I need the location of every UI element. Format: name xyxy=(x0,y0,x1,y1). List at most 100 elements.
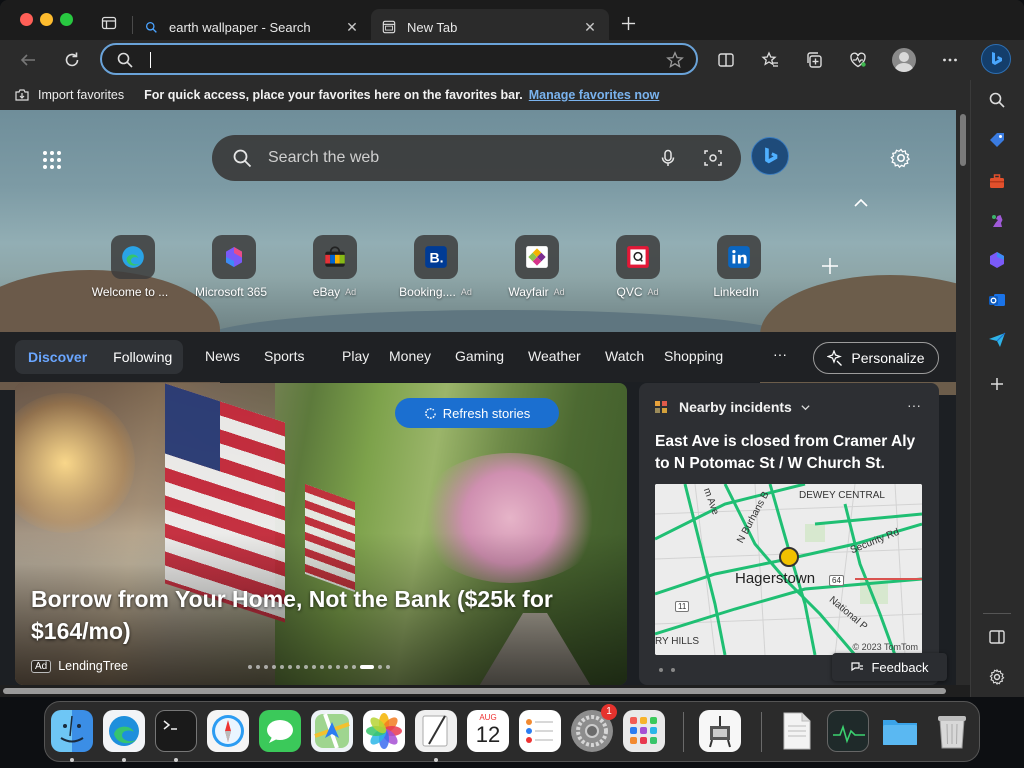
feedback-button[interactable]: Feedback xyxy=(832,653,947,681)
quick-link-label: Booking.... xyxy=(399,285,456,299)
finder-icon[interactable] xyxy=(51,710,93,752)
incident-pin-icon[interactable] xyxy=(779,547,799,567)
trash-icon[interactable] xyxy=(931,710,973,752)
story-source-name[interactable]: LendingTree xyxy=(58,659,128,673)
maps-icon[interactable] xyxy=(311,710,353,752)
sidebar-games-button[interactable] xyxy=(985,208,1009,232)
sidebar-m365-button[interactable] xyxy=(985,248,1009,272)
more-categories-button[interactable]: ··· xyxy=(773,346,787,362)
incident-title[interactable]: East Ave is closed from Cramer Aly to N … xyxy=(655,431,931,475)
add-quick-link-icon[interactable] xyxy=(820,256,840,276)
microphone-icon[interactable] xyxy=(659,149,677,167)
safari-icon[interactable] xyxy=(207,710,249,752)
edge-sidebar xyxy=(970,80,1024,697)
bing-chat-button[interactable] xyxy=(751,137,789,175)
nav-money[interactable]: Money xyxy=(389,348,455,364)
address-bar[interactable] xyxy=(100,43,698,75)
story-headline[interactable]: Borrow from Your Home, Not the Bank ($25… xyxy=(31,583,611,647)
minimize-window-button[interactable] xyxy=(40,13,53,26)
traffic-icon xyxy=(655,401,667,413)
split-screen-button[interactable] xyxy=(710,44,742,76)
tab-discover[interactable]: Discover xyxy=(15,349,100,365)
favorites-button[interactable] xyxy=(754,44,786,76)
vertical-scrollbar[interactable] xyxy=(956,110,970,685)
refresh-button[interactable] xyxy=(56,44,88,76)
tab-following[interactable]: Following xyxy=(100,349,185,365)
horizontal-scrollbar[interactable] xyxy=(0,685,970,697)
reminders-icon[interactable] xyxy=(519,710,561,752)
photos-icon[interactable] xyxy=(363,710,405,752)
chess-piece-icon xyxy=(992,215,1003,227)
script-editor-icon[interactable] xyxy=(415,710,457,752)
card-more-button[interactable]: ··· xyxy=(907,397,921,413)
sidebar-hide-button[interactable] xyxy=(985,625,1009,649)
calendar-icon[interactable]: AUG 12 xyxy=(467,710,509,752)
quick-link-linkedin[interactable]: LinkedIn xyxy=(688,235,789,299)
featured-story[interactable]: Borrow from Your Home, Not the Bank ($25… xyxy=(15,383,627,685)
folder-icon[interactable] xyxy=(879,710,921,752)
quick-link-qvc[interactable]: QVC Ad xyxy=(587,235,688,299)
system-settings-icon[interactable]: 1 xyxy=(571,704,617,752)
edge-dock-icon[interactable] xyxy=(103,710,145,752)
chevron-up-icon[interactable] xyxy=(852,194,870,212)
refresh-stories-button[interactable]: Refresh stories xyxy=(395,398,559,428)
tab-actions-icon[interactable] xyxy=(98,12,120,34)
new-tab-button[interactable] xyxy=(617,12,639,34)
browser-essentials-button[interactable] xyxy=(842,44,874,76)
ebay-icon xyxy=(312,235,357,279)
quick-link-ebay[interactable]: eBay Ad xyxy=(284,235,385,299)
sidebar-outlook-button[interactable] xyxy=(985,288,1009,312)
nav-watch[interactable]: Watch xyxy=(605,348,664,364)
settings-more-button[interactable] xyxy=(934,44,966,76)
scrollbar-thumb[interactable] xyxy=(3,688,946,694)
sidebar-search-button[interactable] xyxy=(985,88,1009,112)
profile-button[interactable] xyxy=(888,44,920,76)
card-pager[interactable] xyxy=(659,668,683,672)
activity-monitor-icon[interactable] xyxy=(827,710,869,752)
gear-icon xyxy=(989,668,1005,686)
messages-icon[interactable] xyxy=(259,710,301,752)
personalize-button[interactable]: Personalize xyxy=(813,342,939,374)
text-document-icon[interactable] xyxy=(775,710,817,752)
web-search-box[interactable]: Search the web xyxy=(212,135,741,181)
close-tab-icon[interactable]: ✕ xyxy=(581,18,599,36)
carousel-pager[interactable] xyxy=(248,665,394,669)
nav-gaming[interactable]: Gaming xyxy=(455,348,528,364)
quick-link-welcome[interactable]: Welcome to ... xyxy=(82,235,183,299)
background-image: Search the web Welcome to ... Microsoft … xyxy=(0,110,956,395)
launchpad-icon[interactable] xyxy=(623,710,665,752)
sidebar-settings-button[interactable] xyxy=(985,665,1009,689)
import-favorites-button[interactable]: Import favorites xyxy=(14,87,124,103)
manage-favorites-link[interactable]: Manage favorites now xyxy=(529,88,660,102)
card-header[interactable]: Nearby incidents xyxy=(655,399,811,415)
app-launcher-icon[interactable] xyxy=(40,148,64,172)
nav-weather[interactable]: Weather xyxy=(528,348,605,364)
system-information-icon[interactable] xyxy=(699,710,741,752)
quick-link-microsoft-365[interactable]: Microsoft 365 xyxy=(183,235,284,299)
address-input[interactable] xyxy=(148,49,648,71)
sidebar-drop-button[interactable] xyxy=(985,328,1009,352)
quick-link-wayfair[interactable]: Wayfair Ad xyxy=(486,235,587,299)
quick-link-booking[interactable]: B. Booking.... Ad xyxy=(385,235,486,299)
sidebar-add-button[interactable] xyxy=(985,372,1009,396)
sidebar-shopping-button[interactable] xyxy=(985,128,1009,152)
close-tab-icon[interactable]: ✕ xyxy=(343,18,361,36)
scrollbar-thumb[interactable] xyxy=(960,114,966,166)
close-window-button[interactable] xyxy=(20,13,33,26)
nav-shopping[interactable]: Shopping xyxy=(664,348,744,364)
bing-copilot-button[interactable] xyxy=(981,44,1011,74)
collections-button[interactable] xyxy=(798,44,830,76)
nav-play[interactable]: Play xyxy=(342,348,389,364)
bing-icon xyxy=(992,52,1002,65)
page-settings-icon[interactable] xyxy=(890,147,912,169)
terminal-icon[interactable] xyxy=(155,710,197,752)
back-button[interactable] xyxy=(12,44,44,76)
traffic-map[interactable]: DEWEY CENTRAL N Burhans B m Ave Security… xyxy=(655,484,922,655)
zoom-window-button[interactable] xyxy=(60,13,73,26)
favorite-star-icon[interactable] xyxy=(666,51,684,69)
tag-icon xyxy=(990,133,1004,147)
nav-sports[interactable]: Sports xyxy=(264,348,342,364)
visual-search-icon[interactable] xyxy=(703,148,723,168)
sidebar-tools-button[interactable] xyxy=(985,169,1009,193)
nav-news[interactable]: News xyxy=(205,348,264,364)
